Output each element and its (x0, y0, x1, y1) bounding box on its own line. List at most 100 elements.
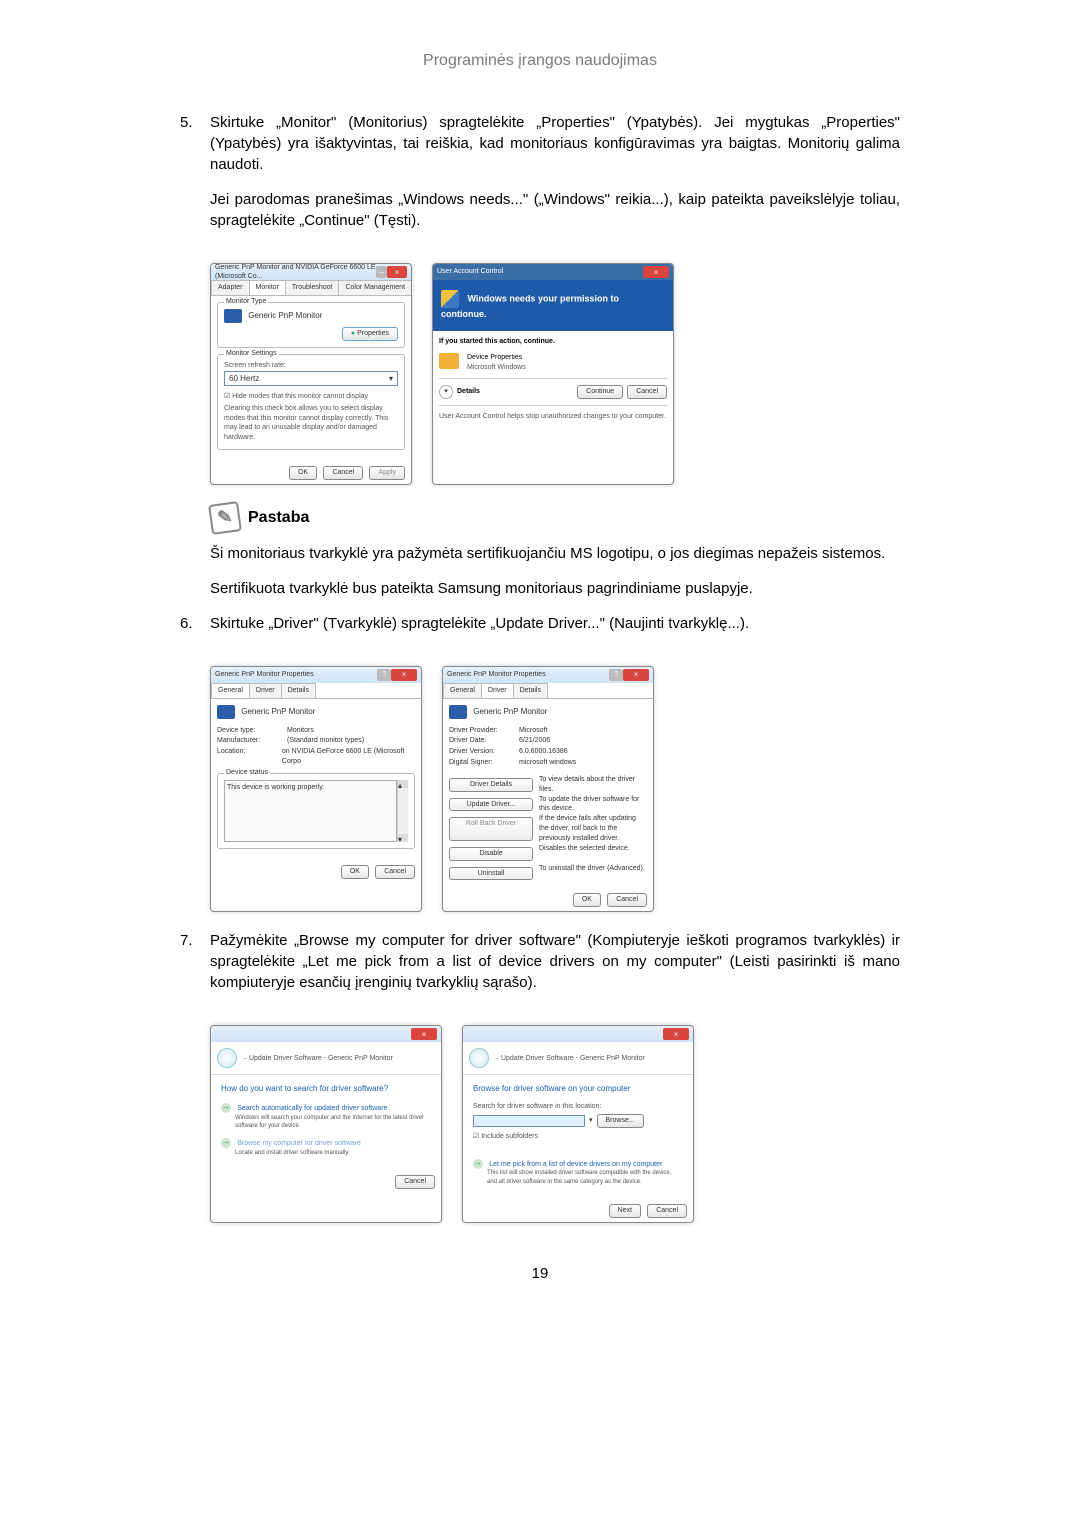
close-icon[interactable]: × (387, 266, 407, 278)
hide-modes-desc: Clearing this check box allows you to se… (224, 404, 398, 443)
cancel-button[interactable]: Cancel (607, 893, 647, 907)
tab-monitor[interactable]: Monitor (249, 280, 286, 295)
tab-troubleshoot[interactable]: Troubleshoot (285, 280, 340, 295)
cancel-button[interactable]: Cancel (647, 1204, 687, 1218)
continue-button[interactable]: Continue (577, 385, 623, 399)
rollback-driver-button[interactable]: Roll Back Driver (449, 817, 533, 840)
cancel-button[interactable]: Cancel (627, 385, 667, 399)
disable-button[interactable]: Disable (449, 847, 533, 861)
details-label[interactable]: Details (457, 387, 480, 397)
step-text: Pažymėkite „Browse my computer for drive… (210, 930, 900, 993)
note-text: Sertifikuota tvarkyklė bus pateikta Sams… (210, 578, 900, 599)
refresh-label: Screen refresh rate: (224, 361, 398, 371)
document-page: Programinės įrangos naudojimas 5. Skirtu… (0, 0, 1080, 1344)
close-icon[interactable]: × (391, 669, 417, 681)
step-6: 6. Skirtuke „Driver" (Tvarkyklė) spragte… (180, 613, 900, 648)
close-icon[interactable]: × (643, 266, 669, 278)
tab-strip: General Driver Details (211, 683, 421, 699)
checkbox-icon[interactable]: ☑ (473, 1133, 479, 1140)
help-icon[interactable]: ? (377, 669, 391, 681)
cancel-button[interactable]: Cancel (375, 865, 415, 879)
monitor-icon (449, 705, 467, 719)
location-label: Search for driver software in this locat… (473, 1102, 683, 1112)
monitor-icon (217, 705, 235, 719)
wizard-question: How do you want to search for driver sof… (221, 1083, 431, 1094)
arrow-icon (221, 1138, 231, 1148)
device-name: Generic PnP Monitor (241, 707, 315, 716)
step-5: 5. Skirtuke „Monitor" (Monitorius) sprag… (180, 112, 900, 245)
page-number: 19 (180, 1263, 900, 1284)
breadcrumb: Update Driver Software - Generic PnP Mon… (501, 1055, 645, 1062)
dialog-device-properties-driver: Generic PnP Monitor Properties ? × Gener… (442, 666, 654, 912)
chevron-down-icon[interactable]: ▾ (439, 385, 453, 399)
note-text: Ši monitoriaus tvarkyklė yra pažymėta se… (210, 543, 900, 564)
location-input[interactable] (473, 1115, 585, 1127)
tab-color-management[interactable]: Color Management (338, 280, 412, 295)
update-driver-button[interactable]: Update Driver... (449, 798, 533, 812)
figure-row: Generic PnP Monitor and NVIDIA GeForce 6… (210, 263, 900, 484)
uac-started-text: If you started this action, continue. (439, 337, 667, 347)
titlebar: Generic PnP Monitor Properties ? × (443, 667, 653, 683)
group-title: Monitor Settings (224, 349, 279, 359)
close-icon[interactable]: × (623, 669, 649, 681)
checkbox-icon[interactable]: ☑ (224, 393, 230, 400)
minimize-icon[interactable]: – (376, 266, 387, 278)
uninstall-button[interactable]: Uninstall (449, 867, 533, 881)
tab-details[interactable]: Details (281, 683, 316, 698)
option-pick-from-list[interactable]: Let me pick from a list of device driver… (473, 1158, 683, 1187)
tab-strip: Adapter Monitor Troubleshoot Color Manag… (211, 280, 411, 296)
scrollbar[interactable]: ▴▾ (397, 780, 408, 842)
step-text: Skirtuke „Driver" (Tvarkyklė) spragtelėk… (210, 613, 900, 634)
tab-general[interactable]: General (211, 683, 250, 698)
tab-driver[interactable]: Driver (249, 683, 282, 698)
apply-button[interactable]: Apply (369, 466, 405, 480)
page-header: Programinės įrangos naudojimas (180, 50, 900, 72)
dialog-monitor-settings: Generic PnP Monitor and NVIDIA GeForce 6… (210, 263, 412, 484)
option-search-automatically[interactable]: Search automatically for updated driver … (221, 1102, 431, 1131)
step-number: 5. (180, 112, 210, 245)
cancel-button[interactable]: Cancel (395, 1175, 435, 1189)
browse-button[interactable]: Browse... (597, 1114, 644, 1128)
properties-button[interactable]: ● Properties (342, 327, 398, 341)
titlebar: User Account Control × (433, 264, 673, 280)
arrow-icon (221, 1103, 231, 1113)
window-title: Generic PnP Monitor Properties (447, 670, 546, 680)
cancel-button[interactable]: Cancel (323, 466, 363, 480)
figure-row: Generic PnP Monitor Properties ? × Gener… (210, 666, 900, 912)
tab-general[interactable]: General (443, 683, 482, 698)
back-button[interactable] (469, 1048, 489, 1068)
step-number: 7. (180, 930, 210, 1007)
program-icon (439, 353, 459, 369)
close-icon[interactable]: × (663, 1028, 689, 1040)
ok-button[interactable]: OK (573, 893, 601, 907)
back-button[interactable] (217, 1048, 237, 1068)
titlebar: × (211, 1026, 441, 1042)
status-textarea: This device is working properly. (224, 780, 397, 842)
close-icon[interactable]: × (411, 1028, 437, 1040)
ok-button[interactable]: OK (289, 466, 317, 480)
refresh-rate-dropdown[interactable]: 60 Hertz▾ (224, 371, 398, 386)
tab-adapter[interactable]: Adapter (211, 280, 250, 295)
figure-row: × ⎯ Update Driver Software - Generic PnP… (210, 1025, 900, 1223)
breadcrumb: Update Driver Software - Generic PnP Mon… (249, 1055, 393, 1062)
dialog-update-driver-browse: × ⎯ Update Driver Software - Generic PnP… (462, 1025, 694, 1223)
note-icon: ✎ (208, 501, 242, 535)
uac-footer: User Account Control helps stop unauthor… (439, 412, 667, 422)
shield-icon (441, 290, 459, 308)
dialog-device-properties-general: Generic PnP Monitor Properties ? × Gener… (210, 666, 422, 912)
group-device-status: Device status This device is working pro… (217, 773, 415, 849)
group-title: Monitor Type (224, 297, 268, 307)
tab-driver[interactable]: Driver (481, 683, 514, 698)
driver-details-button[interactable]: Driver Details (449, 778, 533, 792)
tab-details[interactable]: Details (513, 683, 548, 698)
help-icon[interactable]: ? (609, 669, 623, 681)
wizard-heading: Browse for driver software on your compu… (473, 1083, 683, 1094)
next-button[interactable]: Next (609, 1204, 641, 1218)
tab-strip: General Driver Details (443, 683, 653, 699)
note-label: Pastaba (248, 507, 309, 529)
monitor-icon (224, 309, 242, 323)
titlebar: × (463, 1026, 693, 1042)
group-monitor-type: Monitor Type Generic PnP Monitor ● Prope… (217, 302, 405, 348)
ok-button[interactable]: OK (341, 865, 369, 879)
option-browse-computer[interactable]: Browse my computer for driver software L… (221, 1137, 431, 1157)
